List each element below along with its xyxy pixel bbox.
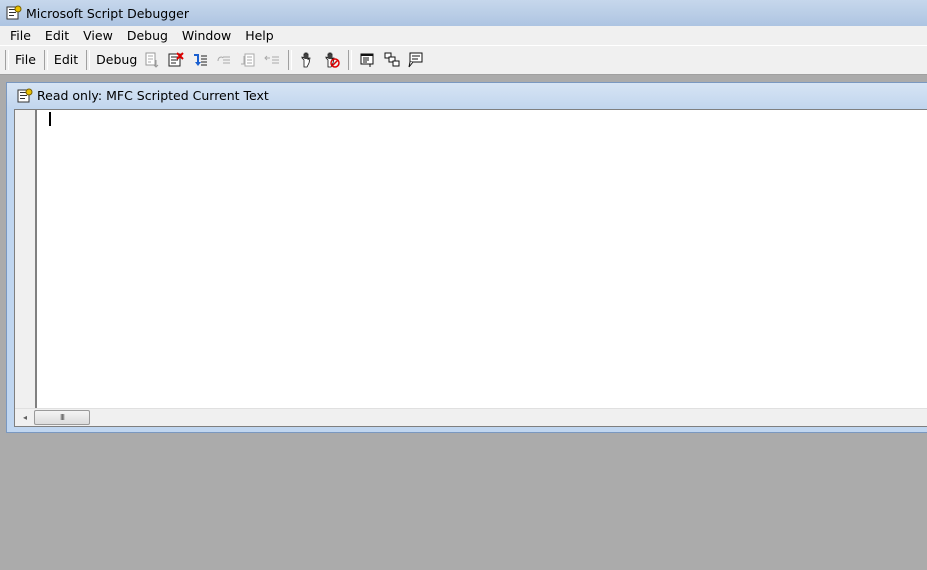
- toolbar-file-button[interactable]: File: [12, 50, 39, 70]
- scrollbar-thumb[interactable]: III: [34, 410, 90, 425]
- toolbar-separator: [348, 50, 353, 70]
- document-caption-bar[interactable]: Read only: MFC Scripted Current Text: [7, 83, 927, 108]
- break-at-next-icon[interactable]: [262, 50, 282, 70]
- breakpoint-gutter[interactable]: [15, 110, 37, 409]
- run-icon[interactable]: [142, 50, 162, 70]
- menu-help[interactable]: Help: [238, 26, 281, 45]
- document-icon: [17, 88, 33, 104]
- toolbar: File Edit Debug: [0, 45, 927, 75]
- command-window-icon[interactable]: [406, 50, 426, 70]
- running-documents-icon[interactable]: [358, 50, 378, 70]
- code-area[interactable]: [37, 110, 927, 409]
- step-out-icon[interactable]: [238, 50, 258, 70]
- call-stack-icon[interactable]: [382, 50, 402, 70]
- toolbar-debug-button[interactable]: Debug: [93, 50, 140, 70]
- menu-debug[interactable]: Debug: [120, 26, 175, 45]
- menu-window[interactable]: Window: [175, 26, 238, 45]
- clear-breakpoints-icon[interactable]: [322, 50, 342, 70]
- toolbar-edit-button[interactable]: Edit: [51, 50, 81, 70]
- document-title: Read only: MFC Scripted Current Text: [37, 88, 269, 103]
- title-bar: Microsoft Script Debugger: [0, 0, 927, 26]
- document-window: Read only: MFC Scripted Current Text ◂ I…: [6, 82, 927, 433]
- mdi-client-area: Read only: MFC Scripted Current Text ◂ I…: [0, 76, 927, 570]
- script-debugger-app-icon: [6, 5, 22, 21]
- toolbar-grip[interactable]: [86, 50, 91, 70]
- step-into-icon[interactable]: [190, 50, 210, 70]
- menu-view[interactable]: View: [76, 26, 120, 45]
- toolbar-grip[interactable]: [5, 50, 9, 70]
- menu-bar: File Edit View Debug Window Help: [0, 26, 927, 45]
- toolbar-separator: [288, 50, 293, 70]
- menu-file[interactable]: File: [0, 26, 38, 45]
- toolbar-grip[interactable]: [43, 50, 48, 70]
- scroll-left-arrow-icon[interactable]: ◂: [17, 409, 33, 425]
- window-title: Microsoft Script Debugger: [26, 5, 189, 21]
- stop-debugging-icon[interactable]: [166, 50, 186, 70]
- toggle-breakpoint-icon[interactable]: [298, 50, 318, 70]
- text-caret: [49, 112, 51, 126]
- horizontal-scrollbar[interactable]: ◂ III: [15, 408, 927, 426]
- step-over-icon[interactable]: [214, 50, 234, 70]
- script-editor[interactable]: ◂ III: [14, 109, 927, 427]
- menu-edit[interactable]: Edit: [38, 26, 76, 45]
